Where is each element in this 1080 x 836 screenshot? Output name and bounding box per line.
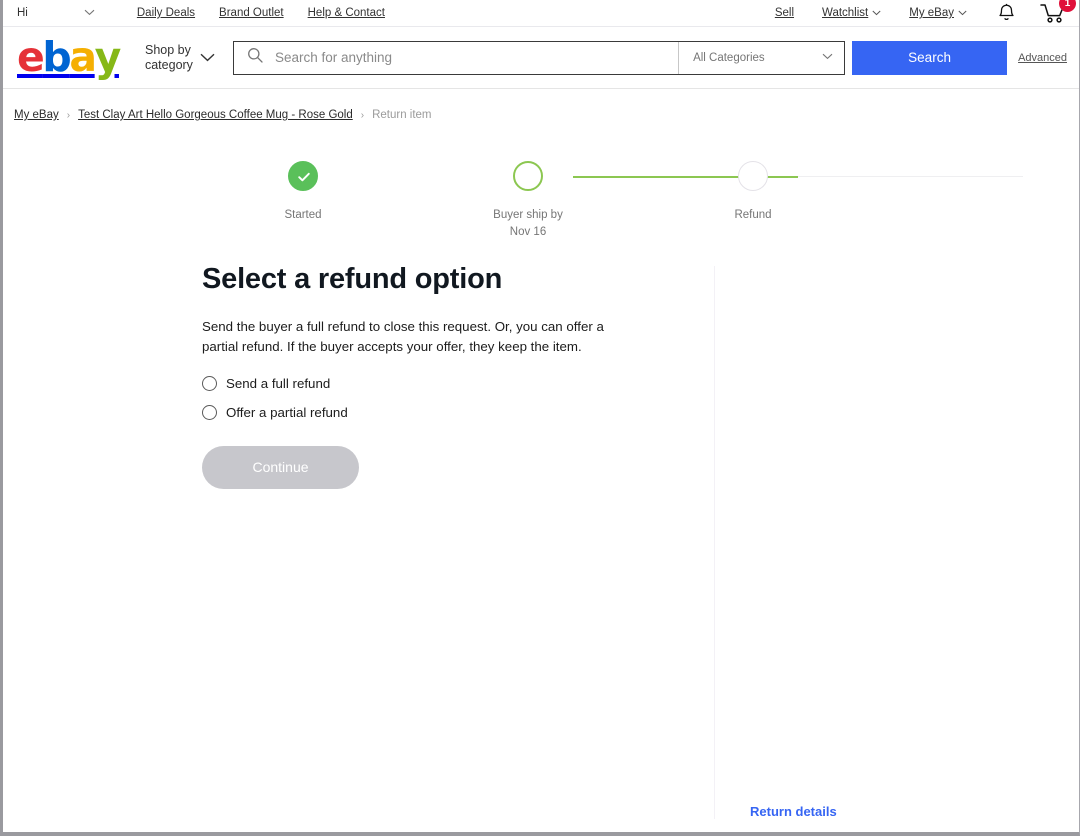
topbar-link-sell-label: Sell [775,7,794,19]
stepper-label-started: Started [284,207,321,224]
shop-by-line-2: category [145,58,193,73]
stepper-connector-pending [798,176,1023,177]
logo-letter-y: y [95,37,119,78]
stepper-step-refund: Refund [683,161,823,224]
logo-letter-e: e [17,37,42,78]
topbar-link-watchlist[interactable]: Watchlist [822,7,881,19]
notifications-bell-icon[interactable] [997,3,1016,23]
refund-option-full[interactable]: Send a full refund [202,376,1079,391]
return-progress-stepper: Started Buyer ship by Nov 16 Refund [261,161,821,241]
refund-option-group: Send a full refund Offer a partial refun… [202,376,1079,420]
main-content: Select a refund option Send the buyer a … [3,263,1079,489]
return-details-link[interactable]: Return details [750,804,837,819]
breadcrumb: My eBay › Test Clay Art Hello Gorgeous C… [3,89,1079,121]
topbar-left-group: Hi Daily Deals Brand Outlet Help & Conta… [17,7,409,19]
continue-button[interactable]: Continue [202,446,359,489]
refund-option-partial[interactable]: Offer a partial refund [202,405,1079,420]
search-button[interactable]: Search [852,41,1007,75]
site-header: ebay Shop by category [3,27,1079,89]
top-utility-bar: Hi Daily Deals Brand Outlet Help & Conta… [3,0,1079,27]
shop-by-line-1: Shop by [145,43,193,58]
breadcrumb-separator-icon: › [67,110,70,121]
logo-letter-a: a [69,37,94,78]
topbar-link-my-ebay[interactable]: My eBay [909,7,967,19]
search-field[interactable] [234,42,678,74]
stepper-dot-current [513,161,543,191]
stepper-label-buyer-ship-by-line2: Nov 16 [493,224,563,241]
stepper-step-buyer-ship-by: Buyer ship by Nov 16 [458,161,598,240]
breadcrumb-item-my-ebay[interactable]: My eBay [14,109,59,121]
search-icon [247,47,263,68]
topbar-right-group: Sell Watchlist My eBay [747,2,1067,24]
topbar-link-watchlist-label: Watchlist [822,7,868,19]
stepper-dot-pending [738,161,768,191]
stepper-label-buyer-ship-by-line1: Buyer ship by [493,207,563,224]
breadcrumb-item-item-title[interactable]: Test Clay Art Hello Gorgeous Coffee Mug … [78,109,353,121]
topbar-link-my-ebay-label: My eBay [909,7,954,19]
topbar-link-daily-deals[interactable]: Daily Deals [137,7,195,19]
page-title: Select a refund option [202,263,1079,296]
stepper-step-started: Started [233,161,373,224]
chevron-down-icon [200,49,215,67]
stepper-label-refund: Refund [734,207,771,224]
greeting-label: Hi [17,7,28,19]
shop-by-category-button[interactable]: Shop by category [145,43,215,73]
category-dropdown[interactable]: All Categories [678,42,844,74]
chevron-down-icon [958,10,967,18]
page-description: Send the buyer a full refund to close th… [202,317,612,357]
stepper-label-buyer-ship-by: Buyer ship by Nov 16 [493,207,563,240]
cart-count-badge: 1 [1059,0,1076,12]
shopping-cart-icon[interactable]: 1 [1040,2,1067,24]
chevron-down-icon[interactable] [84,8,95,18]
chevron-down-icon [872,10,881,18]
chevron-down-icon [822,52,833,63]
content-vertical-divider [714,266,715,819]
topbar-link-help-contact[interactable]: Help & Contact [308,7,385,19]
stepper-dot-completed [288,161,318,191]
logo-letter-b: b [42,37,69,78]
topbar-link-sell[interactable]: Sell [775,7,794,19]
shop-by-category-label: Shop by category [145,43,193,73]
refund-option-partial-label: Offer a partial refund [226,405,348,420]
refund-option-full-label: Send a full refund [226,376,330,391]
search-bar: All Categories [233,41,845,75]
advanced-search-link[interactable]: Advanced [1018,52,1067,64]
breadcrumb-item-return-item: Return item [372,109,431,121]
check-icon [296,169,311,184]
topbar-link-brand-outlet[interactable]: Brand Outlet [219,7,284,19]
radio-button-partial-refund[interactable] [202,405,217,420]
search-input[interactable] [273,41,678,75]
page-viewport: Hi Daily Deals Brand Outlet Help & Conta… [0,0,1080,836]
ebay-logo[interactable]: ebay [17,37,119,78]
radio-button-full-refund[interactable] [202,376,217,391]
category-dropdown-value: All Categories [693,52,765,64]
breadcrumb-separator-icon: › [361,110,364,121]
